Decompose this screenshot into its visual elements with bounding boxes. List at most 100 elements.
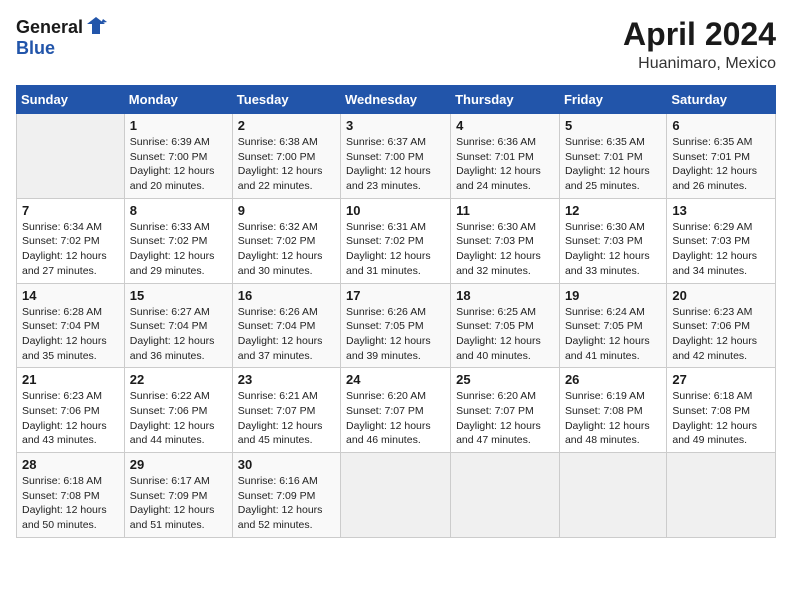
calendar-week-4: 21 Sunrise: 6:23 AMSunset: 7:06 PMDayligh…: [17, 368, 776, 453]
day-number: 12: [565, 203, 661, 218]
day-info: Sunrise: 6:27 AMSunset: 7:04 PMDaylight:…: [130, 305, 227, 364]
calendar-cell: 3 Sunrise: 6:37 AMSunset: 7:00 PMDaylight…: [341, 114, 451, 199]
day-number: 16: [238, 288, 335, 303]
logo-general-text: General: [16, 17, 83, 38]
day-info: Sunrise: 6:18 AMSunset: 7:08 PMDaylight:…: [22, 474, 119, 533]
day-info: Sunrise: 6:25 AMSunset: 7:05 PMDaylight:…: [456, 305, 554, 364]
day-info: Sunrise: 6:30 AMSunset: 7:03 PMDaylight:…: [565, 220, 661, 279]
calendar-cell: 29 Sunrise: 6:17 AMSunset: 7:09 PMDayligh…: [124, 453, 232, 538]
day-number: 24: [346, 372, 445, 387]
calendar-cell: [17, 114, 125, 199]
day-number: 15: [130, 288, 227, 303]
day-number: 20: [672, 288, 770, 303]
calendar-cell: 26Sunrise: 6:19 AMSunset: 7:08 PMDayligh…: [559, 368, 666, 453]
title-area: April 2024 Huanimaro, Mexico: [623, 16, 776, 73]
day-info: Sunrise: 6:17 AMSunset: 7:09 PMDaylight:…: [130, 474, 227, 533]
day-number: 13: [672, 203, 770, 218]
calendar-cell: 7Sunrise: 6:34 AMSunset: 7:02 PMDaylight…: [17, 198, 125, 283]
calendar-header-row: SundayMondayTuesdayWednesdayThursdayFrid…: [17, 86, 776, 114]
calendar-cell: 11 Sunrise: 6:30 AMSunset: 7:03 PMDayligh…: [451, 198, 560, 283]
calendar-table: SundayMondayTuesdayWednesdayThursdayFrid…: [16, 85, 776, 538]
day-number: 22: [130, 372, 227, 387]
header-thursday: Thursday: [451, 86, 560, 114]
calendar-cell: 20Sunrise: 6:23 AMSunset: 7:06 PMDayligh…: [667, 283, 776, 368]
header-monday: Monday: [124, 86, 232, 114]
day-info: Sunrise: 6:38 AMSunset: 7:00 PMDaylight:…: [238, 135, 335, 194]
calendar-cell: [667, 453, 776, 538]
day-info: Sunrise: 6:20 AMSunset: 7:07 PMDaylight:…: [346, 389, 445, 448]
calendar-cell: 30 Sunrise: 6:16 AMSunset: 7:09 PMDayligh…: [232, 453, 340, 538]
day-number: 28: [22, 457, 119, 472]
day-number: 3: [346, 118, 445, 133]
logo-blue-text: Blue: [16, 38, 55, 58]
day-info: Sunrise: 6:33 AMSunset: 7:02 PMDaylight:…: [130, 220, 227, 279]
day-number: 10: [346, 203, 445, 218]
day-number: 17: [346, 288, 445, 303]
calendar-cell: 10 Sunrise: 6:31 AMSunset: 7:02 PMDayligh…: [341, 198, 451, 283]
calendar-cell: 18Sunrise: 6:25 AMSunset: 7:05 PMDayligh…: [451, 283, 560, 368]
day-info: Sunrise: 6:21 AMSunset: 7:07 PMDaylight:…: [238, 389, 335, 448]
day-info: Sunrise: 6:34 AMSunset: 7:02 PMDaylight:…: [22, 220, 119, 279]
day-info: Sunrise: 6:37 AMSunset: 7:00 PMDaylight:…: [346, 135, 445, 194]
header-wednesday: Wednesday: [341, 86, 451, 114]
calendar-cell: 15 Sunrise: 6:27 AMSunset: 7:04 PMDayligh…: [124, 283, 232, 368]
calendar-cell: 16 Sunrise: 6:26 AMSunset: 7:04 PMDayligh…: [232, 283, 340, 368]
day-info: Sunrise: 6:28 AMSunset: 7:04 PMDaylight:…: [22, 305, 119, 364]
day-info: Sunrise: 6:30 AMSunset: 7:03 PMDaylight:…: [456, 220, 554, 279]
day-number: 4: [456, 118, 554, 133]
day-number: 1: [130, 118, 227, 133]
calendar-week-5: 28 Sunrise: 6:18 AMSunset: 7:08 PMDayligh…: [17, 453, 776, 538]
day-info: Sunrise: 6:32 AMSunset: 7:02 PMDaylight:…: [238, 220, 335, 279]
day-number: 26: [565, 372, 661, 387]
day-number: 25: [456, 372, 554, 387]
location-subtitle: Huanimaro, Mexico: [623, 55, 776, 73]
logo: General Blue: [16, 16, 107, 59]
calendar-cell: 13 Sunrise: 6:29 AMSunset: 7:03 PMDayligh…: [667, 198, 776, 283]
header-friday: Friday: [559, 86, 666, 114]
calendar-cell: 24 Sunrise: 6:20 AMSunset: 7:07 PMDayligh…: [341, 368, 451, 453]
day-number: 14: [22, 288, 119, 303]
calendar-cell: 6 Sunrise: 6:35 AMSunset: 7:01 PMDaylight…: [667, 114, 776, 199]
day-info: Sunrise: 6:31 AMSunset: 7:02 PMDaylight:…: [346, 220, 445, 279]
calendar-cell: 28 Sunrise: 6:18 AMSunset: 7:08 PMDayligh…: [17, 453, 125, 538]
day-number: 6: [672, 118, 770, 133]
day-number: 30: [238, 457, 335, 472]
day-number: 21: [22, 372, 119, 387]
day-number: 2: [238, 118, 335, 133]
day-number: 8: [130, 203, 227, 218]
day-info: Sunrise: 6:35 AMSunset: 7:01 PMDaylight:…: [672, 135, 770, 194]
logo-bird-icon: [85, 16, 107, 38]
calendar-cell: 14 Sunrise: 6:28 AMSunset: 7:04 PMDayligh…: [17, 283, 125, 368]
calendar-cell: 25Sunrise: 6:20 AMSunset: 7:07 PMDayligh…: [451, 368, 560, 453]
day-info: Sunrise: 6:39 AMSunset: 7:00 PMDaylight:…: [130, 135, 227, 194]
day-number: 11: [456, 203, 554, 218]
day-number: 23: [238, 372, 335, 387]
calendar-cell: 23 Sunrise: 6:21 AMSunset: 7:07 PMDayligh…: [232, 368, 340, 453]
day-info: Sunrise: 6:24 AMSunset: 7:05 PMDaylight:…: [565, 305, 661, 364]
day-info: Sunrise: 6:18 AMSunset: 7:08 PMDaylight:…: [672, 389, 770, 448]
calendar-cell: 5Sunrise: 6:35 AMSunset: 7:01 PMDaylight…: [559, 114, 666, 199]
calendar-cell: 21 Sunrise: 6:23 AMSunset: 7:06 PMDayligh…: [17, 368, 125, 453]
day-info: Sunrise: 6:29 AMSunset: 7:03 PMDaylight:…: [672, 220, 770, 279]
day-number: 9: [238, 203, 335, 218]
day-info: Sunrise: 6:35 AMSunset: 7:01 PMDaylight:…: [565, 135, 661, 194]
calendar-cell: [341, 453, 451, 538]
calendar-cell: 12 Sunrise: 6:30 AMSunset: 7:03 PMDayligh…: [559, 198, 666, 283]
calendar-cell: 2 Sunrise: 6:38 AMSunset: 7:00 PMDaylight…: [232, 114, 340, 199]
calendar-cell: 22 Sunrise: 6:22 AMSunset: 7:06 PMDayligh…: [124, 368, 232, 453]
day-number: 29: [130, 457, 227, 472]
day-info: Sunrise: 6:26 AMSunset: 7:04 PMDaylight:…: [238, 305, 335, 364]
day-info: Sunrise: 6:36 AMSunset: 7:01 PMDaylight:…: [456, 135, 554, 194]
day-number: 27: [672, 372, 770, 387]
month-title: April 2024: [623, 16, 776, 53]
day-info: Sunrise: 6:22 AMSunset: 7:06 PMDaylight:…: [130, 389, 227, 448]
day-info: Sunrise: 6:23 AMSunset: 7:06 PMDaylight:…: [22, 389, 119, 448]
day-info: Sunrise: 6:16 AMSunset: 7:09 PMDaylight:…: [238, 474, 335, 533]
calendar-cell: 17Sunrise: 6:26 AMSunset: 7:05 PMDayligh…: [341, 283, 451, 368]
calendar-week-2: 7Sunrise: 6:34 AMSunset: 7:02 PMDaylight…: [17, 198, 776, 283]
header-tuesday: Tuesday: [232, 86, 340, 114]
header: General Blue April 2024 Huanimaro, Mexic…: [16, 16, 776, 73]
calendar-cell: 1 Sunrise: 6:39 AMSunset: 7:00 PMDaylight…: [124, 114, 232, 199]
calendar-cell: 4 Sunrise: 6:36 AMSunset: 7:01 PMDaylight…: [451, 114, 560, 199]
day-number: 19: [565, 288, 661, 303]
